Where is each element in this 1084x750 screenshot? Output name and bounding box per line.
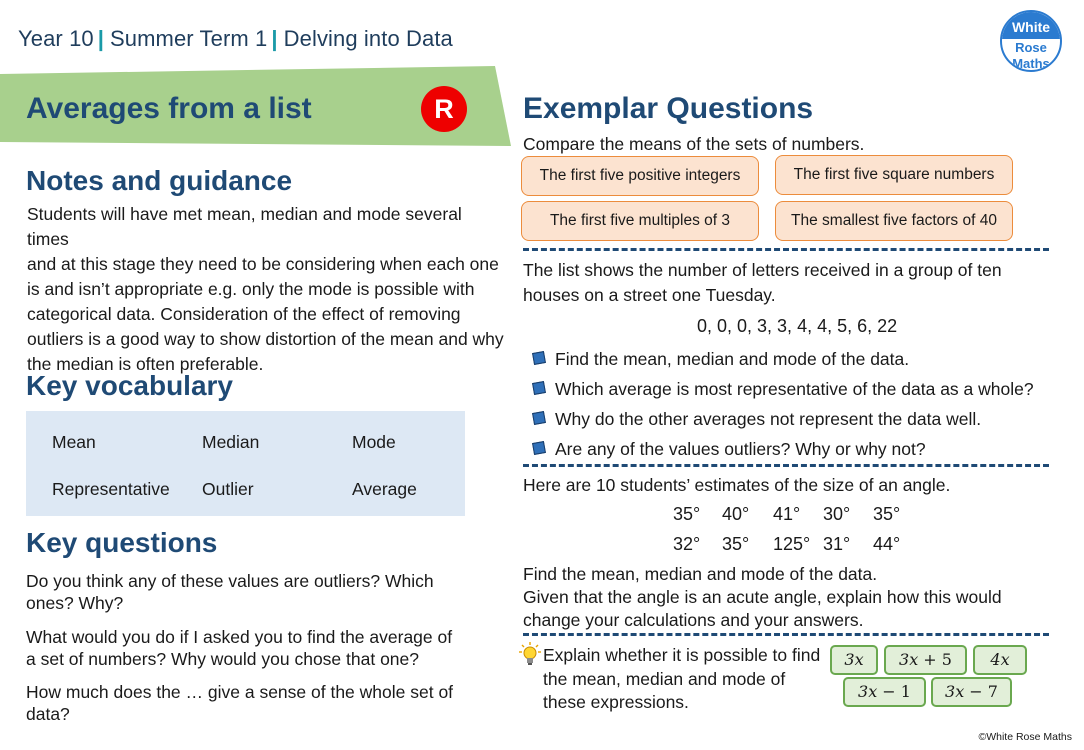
square-bullet-icon [532,351,546,365]
logo-text-rose: Rose [1015,40,1047,55]
expression-card: 3x [830,645,878,675]
q3-line: change your calculations and your answer… [523,610,864,630]
q4-line: these expressions. [543,692,689,712]
bullet-text: Find the mean, median and mode of the da… [555,349,910,369]
logo-text-maths: Maths [1012,56,1050,71]
vocab-word: Representative [52,479,170,499]
expression-card: 3x − 1 [843,677,926,707]
q3-line: Find the mean, median and mode of the da… [523,564,878,584]
angle-value: 31° [823,534,851,554]
notes-line: outliers is a good way to show distortio… [27,329,504,349]
page-title: Averages from a list [26,92,312,125]
notes-line: is and isn’t appropriate e.g. only the m… [27,279,475,299]
notes-heading: Notes and guidance [26,165,293,196]
q4-text: Explain whether it is possible to find t… [543,644,820,715]
set-card: The smallest five factors of 40 [775,201,1013,241]
notes-line: Students will have met mean, median and … [27,204,462,249]
expression-constant: − 7 [964,682,998,701]
vocab-word: Mode [352,432,396,452]
notes-body: Students will have met mean, median and … [27,202,507,377]
bullet-text: Why do the other averages not represent … [555,409,982,429]
angle-value: 125° [773,534,811,554]
q2-bullet-list: Find the mean, median and mode of the da… [531,347,1034,467]
exemplar-heading: Exemplar Questions [523,92,814,125]
angle-value: 35° [873,504,901,524]
square-bullet-icon [532,381,546,395]
expression-variable: 3x [858,682,878,701]
q4-line: the mean, median and mode of [543,668,786,689]
q2-bullet: Which average is most representative of … [531,377,1034,407]
notes-line: and at this stage they need to be consid… [27,254,499,274]
bullet-text: Are any of the values outliers? Why or w… [555,439,926,459]
expression-variable: 4x [990,650,1010,669]
expression-constant: + 5 [918,650,952,669]
copyright: ©White Rose Maths [978,731,1072,743]
set-card: The first five positive integers [521,156,759,196]
breadcrumb-year: Year 10 [18,26,94,51]
angle-value: 35° [722,534,750,554]
q2-bullet: Find the mean, median and mode of the da… [531,347,1034,377]
angle-value: 40° [722,504,750,524]
angle-value: 32° [673,534,701,554]
q3-line: Given that the angle is an acute angle, … [523,587,1002,607]
vocab-word: Mean [52,432,96,452]
expression-card: 3x + 5 [884,645,967,675]
notes-line: categorical data. Consideration of the e… [27,304,461,324]
set-card: The first five multiples of 3 [521,201,759,241]
expression-variable: 3x [899,650,919,669]
set-card: The first five square numbers [775,155,1013,195]
q2-line: houses on a street one Tuesday. [523,285,776,305]
q2-bullet: Are any of the values outliers? Why or w… [531,437,1034,467]
lightbulb-icon [519,642,541,665]
expression-variable: 3x [844,650,864,669]
key-questions-heading: Key questions [26,527,218,558]
vocab-word: Average [352,479,417,499]
expression-card: 4x [973,645,1027,675]
q3-intro: Here are 10 students’ estimates of the s… [523,475,951,495]
q3-text: Find the mean, median and mode of the da… [523,563,1002,632]
key-question: How much does the … give a sense of the … [26,682,454,724]
q2-text: The list shows the number of letters rec… [523,258,1002,308]
logo-text-white: White [1002,12,1060,39]
angle-value: 41° [773,504,801,524]
q1-prompt: Compare the means of the sets of numbers… [523,134,865,154]
square-bullet-icon [532,441,546,455]
key-question: Do you think any of these values are out… [26,571,434,613]
angle-value: 44° [873,534,901,554]
key-question: What would you do if I asked you to find… [26,627,453,669]
section-divider [523,464,1049,467]
letters-data: 0, 0, 0, 3, 3, 4, 4, 5, 6, 22 [697,316,898,336]
breadcrumb-unit: Delving into Data [283,26,453,51]
reasoning-badge: R [421,86,467,132]
breadcrumb-separator: | [97,26,104,51]
vocab-heading: Key vocabulary [26,370,233,401]
q2-line: The list shows the number of letters rec… [523,260,1002,280]
section-divider [523,248,1049,251]
vocab-word: Median [202,432,260,452]
q4-line: Explain whether it is possible to find [543,645,821,665]
q2-bullet: Why do the other averages not represent … [531,407,1034,437]
square-bullet-icon [532,411,546,425]
expression-constant: − 1 [877,682,911,701]
breadcrumb-term: Summer Term 1 [110,26,268,51]
bullet-text: Which average is most representative of … [555,379,1034,399]
angle-value: 30° [823,504,851,524]
vocab-word: Outlier [202,479,254,499]
section-divider [523,633,1049,636]
breadcrumb: Year 10 | Summer Term 1 | Delving into Data [18,26,453,52]
expression-variable: 3x [945,682,965,701]
angle-value: 35° [673,504,701,524]
expression-card: 3x − 7 [931,677,1012,707]
white-rose-maths-logo: White Rose Maths [1000,10,1062,72]
breadcrumb-separator: | [271,26,278,51]
vocab-box: Mean Median Mode Representative Outlier … [26,411,465,516]
